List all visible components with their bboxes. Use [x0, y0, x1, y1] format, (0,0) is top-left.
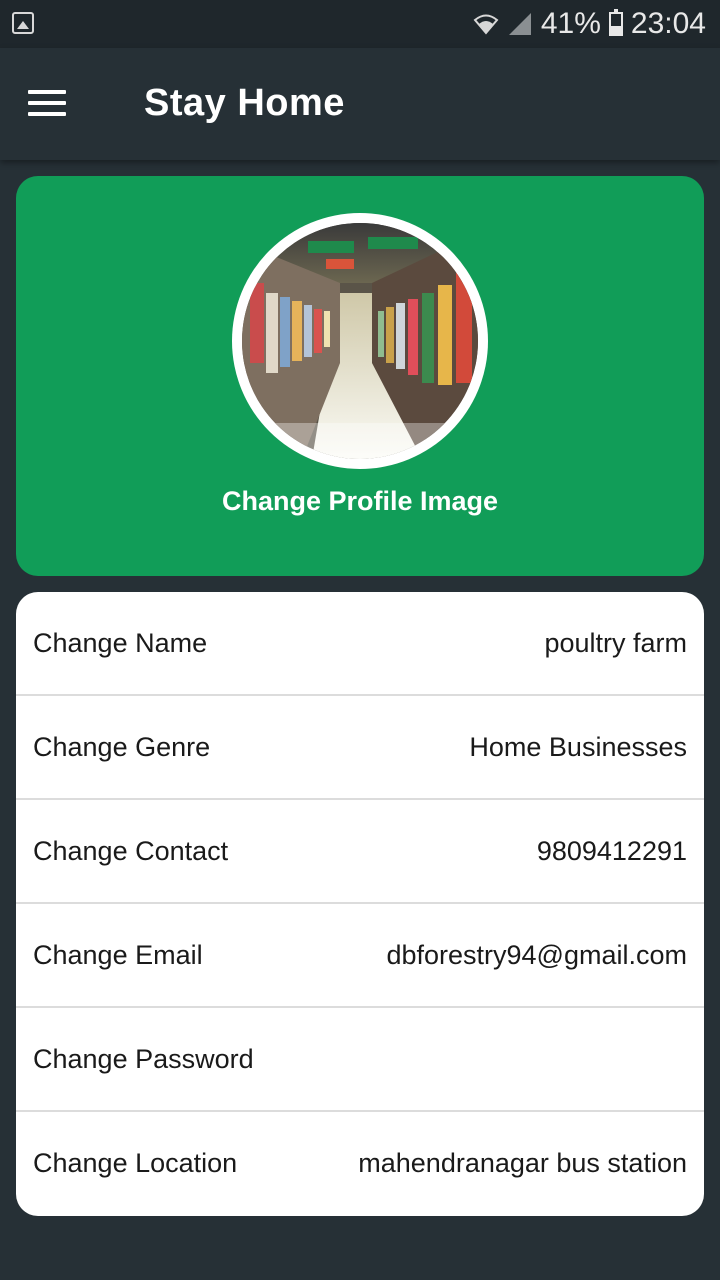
row-label: Change Contact — [33, 836, 229, 866]
row-value: mahendranagar bus station — [358, 1148, 687, 1178]
row-label: Change Email — [33, 940, 203, 970]
gallery-notification-icon — [12, 12, 34, 34]
change-location-row[interactable]: Change Location mahendranagar bus statio… — [16, 1112, 704, 1216]
app-bar: Stay Home — [0, 48, 720, 160]
row-value: dbforestry94@gmail.com — [386, 940, 687, 970]
hamburger-menu-icon[interactable] — [28, 88, 68, 118]
row-value: Home Businesses — [469, 732, 687, 762]
change-profile-image-button[interactable]: Change Profile Image — [16, 486, 704, 517]
row-value: 9809412291 — [536, 836, 687, 866]
battery-icon — [608, 9, 623, 36]
profile-image-frame[interactable] — [232, 213, 488, 469]
settings-list: Change Name poultry farm Change Genre Ho… — [16, 592, 704, 1216]
row-label: Change Genre — [33, 732, 211, 762]
change-name-row[interactable]: Change Name poultry farm — [16, 592, 704, 696]
row-value: poultry farm — [544, 628, 687, 658]
app-title: Stay Home — [144, 82, 345, 124]
status-indicators: 41% 23:04 — [473, 6, 706, 42]
row-label: Change Password — [33, 1044, 254, 1074]
row-label: Change Location — [33, 1148, 238, 1178]
row-label: Change Name — [33, 628, 208, 658]
change-contact-row[interactable]: Change Contact 9809412291 — [16, 800, 704, 904]
profile-image — [242, 223, 478, 459]
clock: 23:04 — [630, 7, 706, 40]
wifi-icon — [473, 14, 499, 35]
change-genre-row[interactable]: Change Genre Home Businesses — [16, 696, 704, 800]
battery-percent: 41% — [540, 7, 601, 40]
supermarket-aisle-image — [242, 223, 478, 459]
change-email-row[interactable]: Change Email dbforestry94@gmail.com — [16, 904, 704, 1008]
change-password-row[interactable]: Change Password — [16, 1008, 704, 1112]
signal-icon — [508, 13, 531, 35]
profile-card: Change Profile Image — [16, 176, 704, 576]
status-bar: 41% 23:04 — [0, 0, 720, 48]
